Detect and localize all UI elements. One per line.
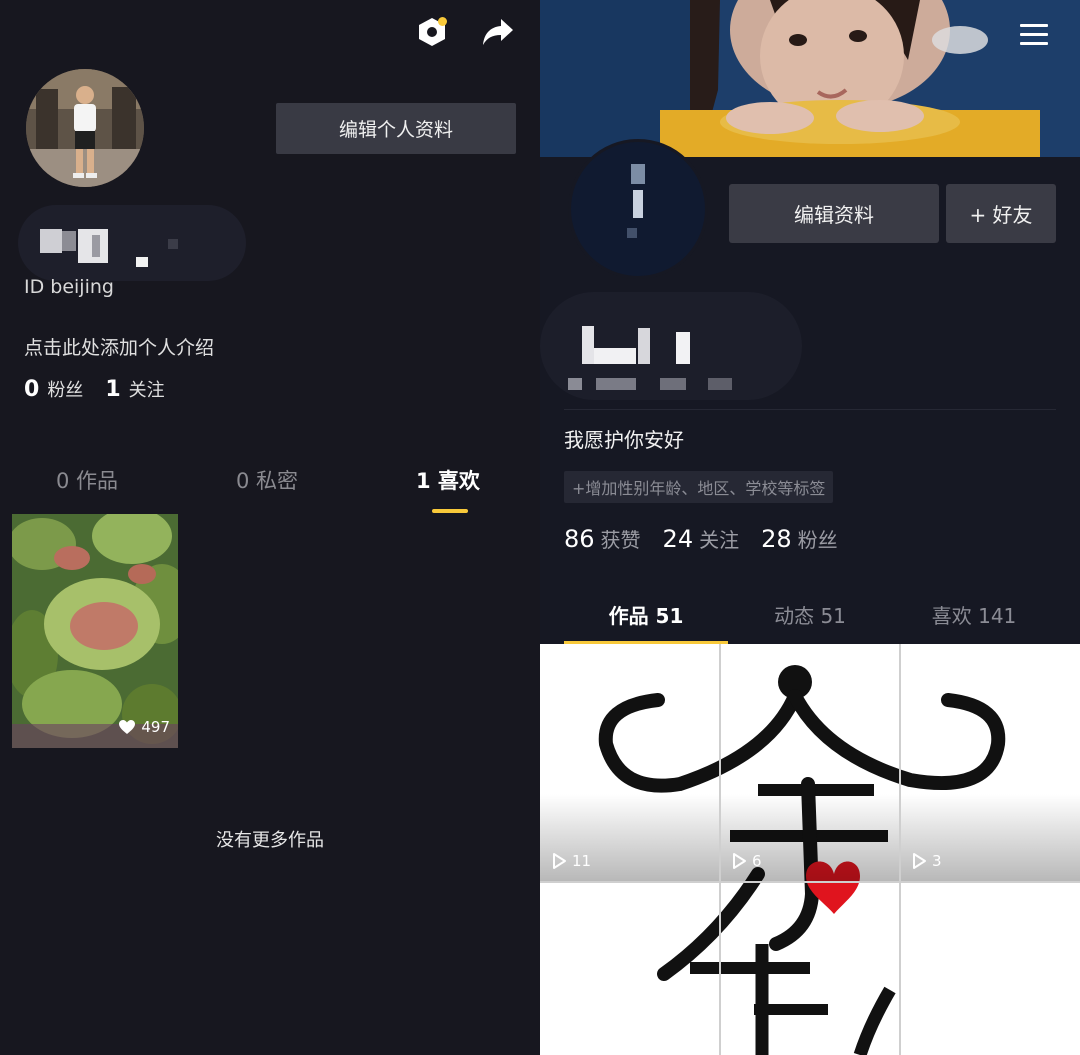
follow-stats: 0 粉丝 1 关注 — [24, 376, 187, 402]
tab-works[interactable]: 作品 51 — [564, 600, 728, 629]
video-like-count: 497 — [118, 718, 170, 736]
followers-count[interactable]: 0 — [24, 377, 39, 402]
profile-stats: 86 获赞 24 关注 28 粉丝 — [564, 524, 860, 553]
hexagon-badge-icon[interactable] — [412, 12, 452, 52]
heart-icon — [119, 720, 136, 734]
edit-profile-button[interactable]: 编辑资料 — [729, 184, 939, 243]
likes-received-label[interactable]: 获赞 — [601, 524, 641, 553]
no-more-works-text: 没有更多作品 — [216, 830, 324, 851]
grid-divider — [540, 881, 1080, 883]
username-blurred — [540, 292, 802, 400]
following-count[interactable]: 1 — [105, 377, 120, 402]
like-count-text: 497 — [141, 718, 170, 736]
tab-works[interactable]: 0 作品 — [56, 465, 118, 495]
following-label[interactable]: 关注 — [699, 524, 739, 553]
tab-private[interactable]: 0 私密 — [236, 465, 298, 495]
play-icon — [553, 853, 566, 869]
play-icon — [733, 853, 746, 869]
play-count: 3 — [910, 852, 942, 870]
avatar[interactable] — [568, 139, 708, 279]
add-bio-link[interactable]: 点击此处添加个人介绍 — [24, 333, 214, 360]
tab-moments[interactable]: 动态 51 — [728, 600, 892, 629]
menu-icon[interactable] — [1020, 24, 1048, 50]
add-friend-button[interactable]: + 好友 — [946, 184, 1056, 243]
play-count: 6 — [730, 852, 762, 870]
tab-likes[interactable]: 1 喜欢 — [416, 465, 480, 495]
bio-text: 我愿护你安好 — [564, 428, 684, 452]
followers-label[interactable]: 粉丝 — [798, 524, 838, 553]
profile-banner-image[interactable] — [540, 0, 1080, 157]
liked-video-thumbnail[interactable]: 497 — [12, 514, 178, 748]
likes-received-count[interactable]: 86 — [564, 525, 595, 553]
share-arrow-icon[interactable] — [478, 12, 518, 52]
active-tab-indicator — [432, 509, 468, 513]
edit-profile-button[interactable]: 编辑个人资料 — [276, 103, 516, 154]
notification-dot — [438, 17, 447, 26]
divider — [564, 409, 1056, 410]
play-count: 11 — [550, 852, 591, 870]
right-profile-panel: 编辑资料 + 好友 我愿护你安好 +增加性别年龄、地区、学校等标签 86 获赞 … — [540, 0, 1080, 1055]
username-blurred — [18, 205, 246, 281]
following-label[interactable]: 关注 — [129, 376, 165, 402]
user-id: ID beijing — [24, 276, 114, 298]
play-count-text: 6 — [752, 852, 762, 870]
tab-likes[interactable]: 喜欢 141 — [892, 600, 1056, 629]
followers-count[interactable]: 28 — [761, 525, 792, 553]
play-count-text: 11 — [572, 852, 592, 870]
video-grid: 11 6 3 — [540, 644, 1080, 1055]
left-profile-panel: 编辑个人资料 ID beijing 点击此处添加个人介绍 0 粉丝 1 关注 0… — [0, 0, 540, 1055]
followers-label[interactable]: 粉丝 — [47, 376, 83, 402]
play-icon — [913, 853, 926, 869]
avatar[interactable] — [26, 69, 144, 187]
following-count[interactable]: 24 — [663, 525, 694, 553]
add-tags-chip[interactable]: +增加性别年龄、地区、学校等标签 — [564, 471, 834, 503]
play-count-text: 3 — [932, 852, 942, 870]
